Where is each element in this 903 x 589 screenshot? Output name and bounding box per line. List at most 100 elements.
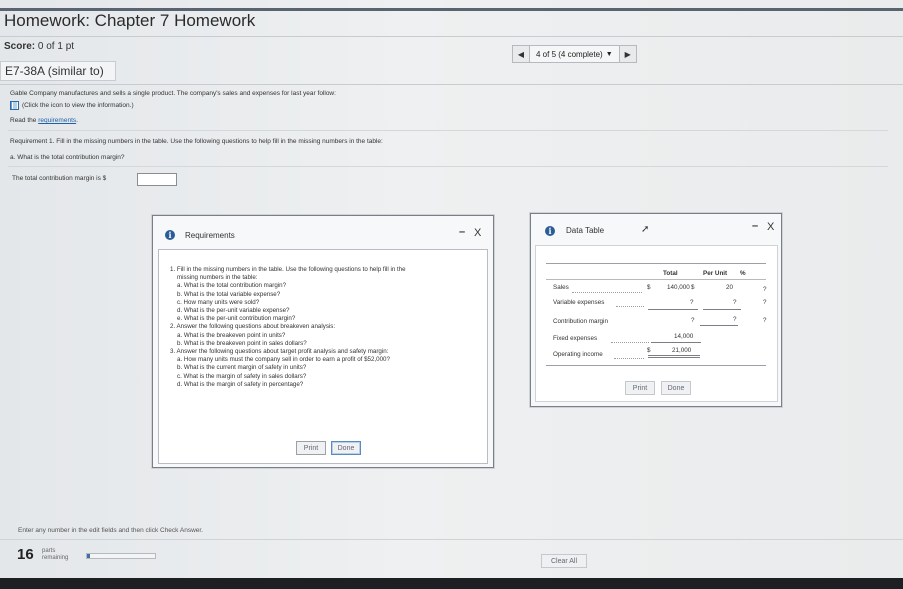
parts-remaining-count: 16 [17,546,34,563]
progress-bar [86,553,156,559]
close-button[interactable]: X [767,221,774,233]
read-suffix: . [76,117,78,124]
requirement-3a: a. How many units must the company sell … [177,356,390,364]
requirement-3c: c. What is the margin of safety in sales… [177,372,307,380]
row-label: Variable expenses [553,299,605,306]
pct-value: ? [763,317,767,324]
subtotal-rule [648,309,698,310]
requirement-1: 1. Fill in the missing numbers in the ta… [170,266,406,273]
pct-value: ? [763,286,767,293]
question-position: 4 of 5 (4 complete) [536,49,603,59]
divider [0,539,903,540]
parts-remaining-label: parts remaining [42,548,68,561]
minimize-button[interactable]: – [752,220,758,232]
read-requirements: Read the requirements. [10,117,78,124]
info-icon: i [165,230,175,240]
row-label: Operating income [553,351,603,358]
dialog-title: Data Table [566,226,605,235]
per-unit-value: ? [733,316,737,323]
total-rule [648,355,700,356]
score: Score: 0 of 1 pt [4,41,74,52]
dollar-sign: $ [691,284,695,291]
divider [8,130,888,131]
col-total: Total [663,270,678,277]
row-label: Fixed expenses [553,335,598,342]
next-question-button[interactable]: ▶ [618,45,637,63]
mouse-pointer-icon: ➚ [641,224,650,235]
contribution-margin-input[interactable] [137,173,177,186]
leader-dots [616,306,644,307]
parts-label-line2: remaining [42,554,69,561]
requirement-3: 3. Answer the following questions about … [170,348,389,356]
clear-all-button[interactable]: Clear All [541,554,587,568]
print-button[interactable]: Print [625,381,655,395]
row-label: Sales [553,284,569,291]
requirements-content: 1. Fill in the missing numbers in the ta… [158,249,488,464]
requirement-1-cont: missing numbers in the table: [177,274,258,282]
table-top-rule [546,263,766,264]
screen: Homework: Chapter 7 Homework Score: 0 of… [0,0,903,578]
sub-question: a. What is the total contribution margin… [10,154,125,161]
requirements-list: 1. Fill in the missing numbers in the ta… [170,266,406,389]
subtotal-rule [700,325,738,326]
dialog-title: Requirements [185,231,235,240]
total-rule [648,357,700,358]
subtotal-rule [703,309,741,310]
divider [8,166,888,167]
requirement-3b: b. What is the current margin of safety … [177,364,307,372]
requirements-link[interactable]: requirements [38,117,76,124]
subtotal-rule [651,342,701,343]
header-rule [546,279,766,280]
pct-value: ? [763,299,767,306]
info-hint: (Click the icon to view the information.… [10,101,134,110]
total-value: 14,000 [674,333,694,340]
chevron-right-icon: ▶ [624,49,631,59]
chevron-left-icon: ◀ [517,49,525,59]
close-button[interactable]: X [474,227,481,239]
divider [0,84,903,85]
table-icon[interactable] [10,101,19,110]
total-value: 140,000 [667,284,690,291]
answer-prompt: The total contribution margin is $ [12,175,107,182]
done-button[interactable]: Done [661,381,691,395]
per-unit-value: ? [733,299,737,306]
per-unit-value: 20 [726,284,734,291]
requirement-1e: e. What is the per-unit contribution mar… [177,315,296,323]
requirement-2: 2. Answer the following questions about … [170,323,336,331]
data-table-dialog: i Data Table – X Total Per Unit % Sales … [530,213,782,407]
col-per-unit: Per Unit [703,270,728,277]
requirements-dialog: i Requirements – X 1. Fill in the missin… [152,215,494,468]
divider [0,36,903,37]
requirement-1c: c. How many units were sold? [177,298,260,306]
score-label: Score: [4,41,36,52]
question-selector[interactable]: 4 of 5 (4 complete) ▼ [530,45,619,63]
leader-dots [614,358,644,359]
total-value: ? [691,317,695,324]
minimize-button[interactable]: – [459,226,465,238]
page-title: Homework: Chapter 7 Homework [4,11,256,30]
requirement-2a: a. What is the breakeven point in units? [177,331,286,339]
table-bottom-rule [546,365,766,366]
total-value: 21,000 [672,347,692,354]
done-button[interactable]: Done [331,441,361,455]
requirement-1d: d. What is the per-unit variable expense… [177,307,290,315]
chevron-down-icon: ▼ [605,50,613,58]
read-prefix: Read the [10,117,39,124]
leader-dots [611,342,649,343]
print-button[interactable]: Print [296,441,326,455]
requirement-2b: b. What is the breakeven point in sales … [177,339,307,347]
row-label: Contribution margin [553,318,608,325]
prev-question-button[interactable]: ◀ [512,45,530,63]
dollar-sign: $ [647,347,651,354]
requirement-1a: a. What is the total contribution margin… [177,282,287,290]
data-table-content: Total Per Unit % Sales $ 140,000 $ 20 ? … [535,245,778,402]
problem-id: E7-38A (similar to) [0,61,116,81]
requirement-3d: d. What is the margin of safety in perce… [177,380,304,388]
question-nav: ◀ 4 of 5 (4 complete) ▼ ▶ [512,45,637,63]
requirement-1b: b. What is the total variable expense? [177,290,281,298]
info-icon: i [545,226,555,236]
dollar-sign: $ [647,284,651,291]
col-pct: % [740,270,746,277]
progress-fill [87,554,90,558]
leader-dots [572,292,642,293]
